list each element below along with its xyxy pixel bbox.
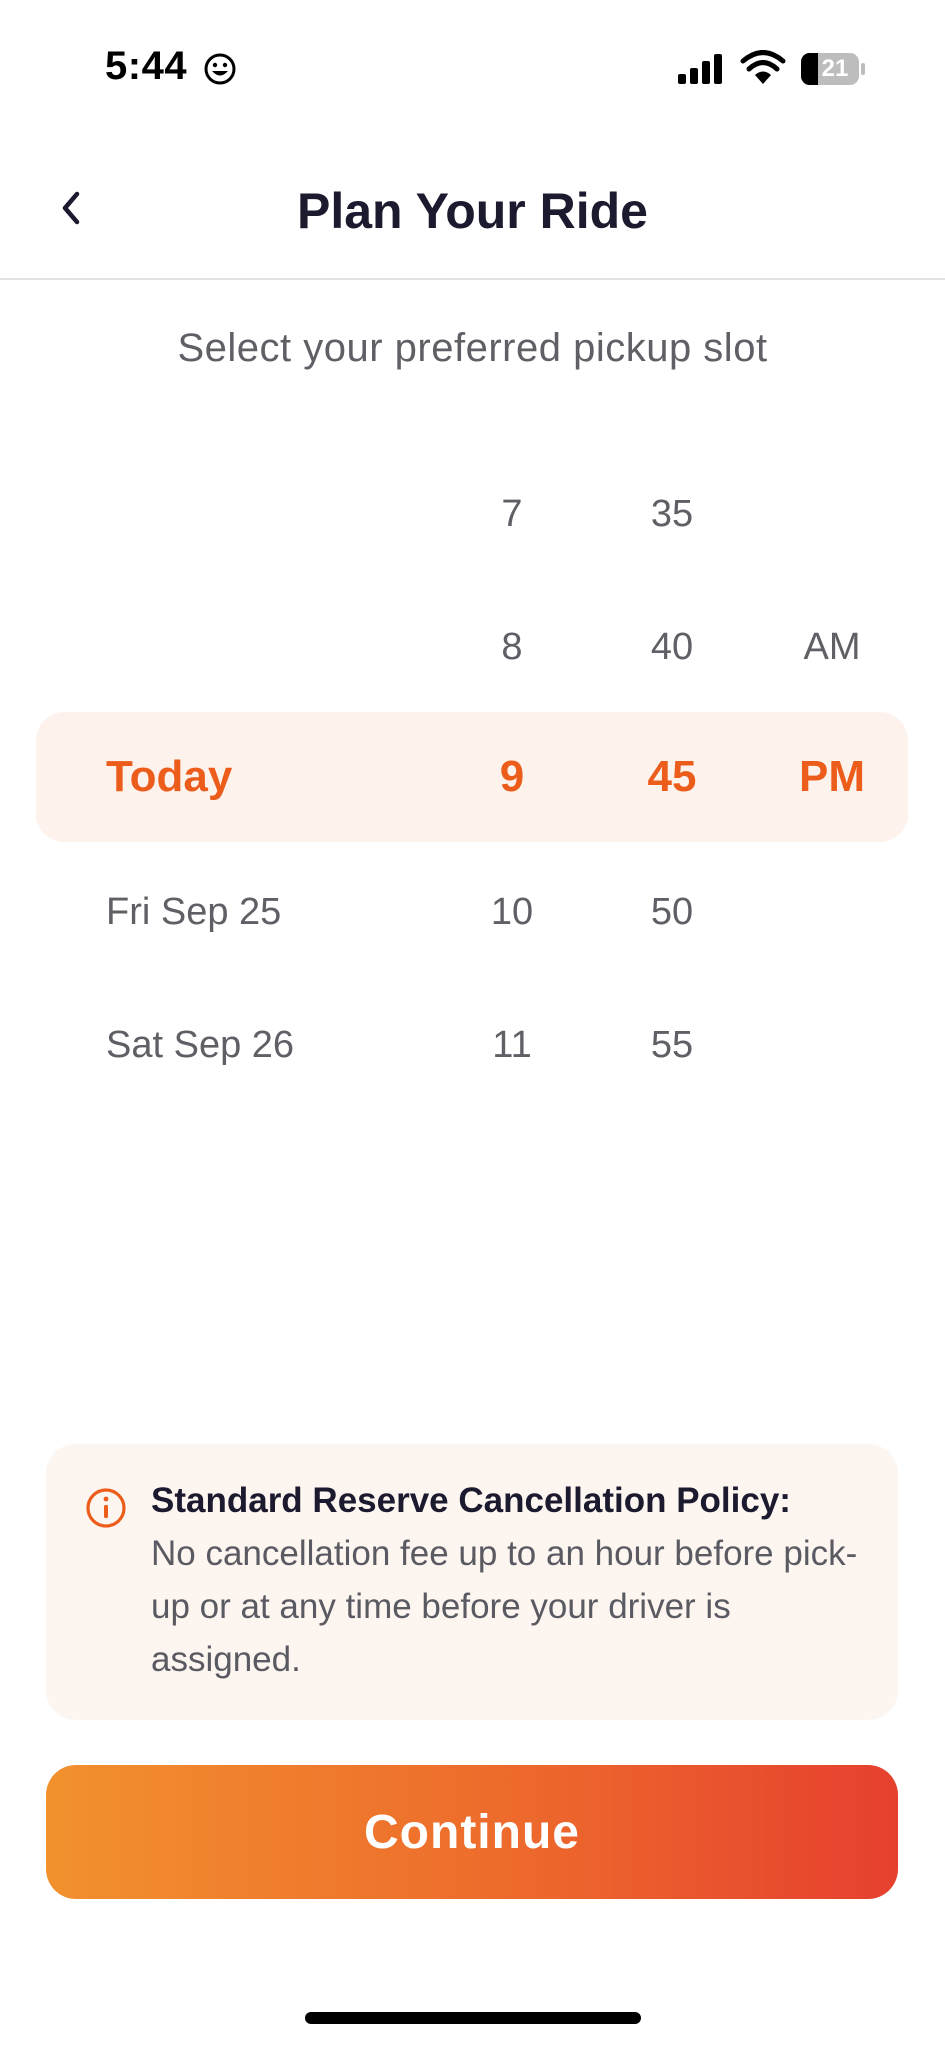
picker-date-option[interactable] [106,484,426,544]
picker-date-option[interactable] [106,617,426,677]
policy-body: No cancellation fee up to an hour before… [151,1534,858,1679]
plan-ride-screen: 5:44 21 Plan Your Ride Select your prefe… [0,0,945,2048]
picker-minute-option[interactable]: 35 [612,484,732,544]
status-bar: 5:44 21 [0,0,945,140]
picker-minute-option[interactable]: 50 [612,882,732,942]
continue-button[interactable]: Continue [46,1765,898,1899]
cancellation-policy-card: Standard Reserve Cancellation Policy: No… [46,1444,898,1720]
policy-text: Standard Reserve Cancellation Policy: No… [151,1474,871,1686]
picker-minute-option[interactable]: 40 [612,617,732,677]
picker-period-selected[interactable]: PM [772,747,892,807]
picker-hour-selected[interactable]: 9 [452,747,572,807]
picker-period-option[interactable]: AM [772,617,892,677]
picker-hour-option[interactable]: 10 [452,882,572,942]
picker-hour-option[interactable]: 11 [452,1015,572,1075]
picker-minute-selected[interactable]: 45 [612,747,732,807]
picker-period-option[interactable] [772,882,892,942]
battery-level: 21 [821,55,849,82]
picker-date-option[interactable]: Sat Sep 26 [106,1015,426,1075]
page-title: Plan Your Ride [296,183,648,239]
pickup-slot-picker[interactable]: 7 35 8 40 AM Today 9 45 PM Fri Sep 25 10… [0,460,945,1100]
home-indicator[interactable] [305,2012,641,2024]
picker-hour-option[interactable]: 7 [452,484,572,544]
picker-date-option[interactable]: Fri Sep 25 [106,882,426,942]
policy-title: Standard Reserve Cancellation Policy: [151,1481,791,1520]
picker-period-option[interactable] [772,1015,892,1075]
picker-period-option[interactable] [772,484,892,544]
picker-minute-option[interactable]: 55 [612,1015,732,1075]
wifi-icon [740,50,786,84]
cellular-signal-icon [678,54,722,84]
picker-hour-option[interactable]: 8 [452,617,572,677]
status-time: 5:44 [105,44,188,88]
picker-instruction: Select your preferred pickup slot [177,326,768,370]
info-icon [86,1488,126,1528]
picker-date-selected[interactable]: Today [106,747,426,807]
header: Plan Your Ride [0,140,945,280]
smiley-face-icon [204,53,236,85]
